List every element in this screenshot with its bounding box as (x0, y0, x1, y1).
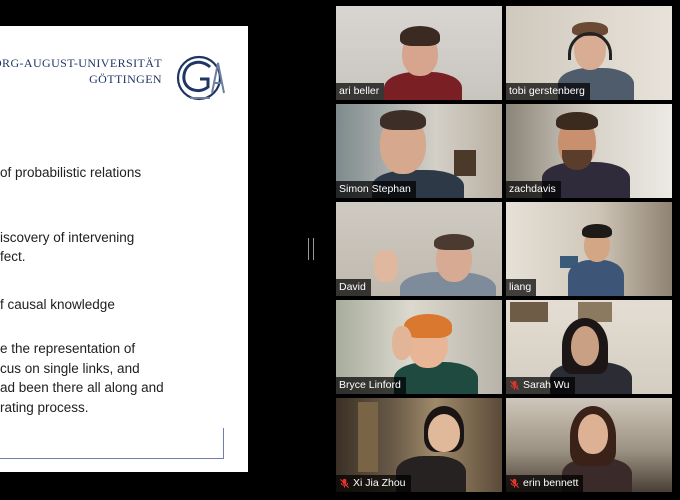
mic-muted-icon (509, 380, 520, 391)
video-tile[interactable]: liang (506, 202, 672, 296)
university-seal-logo (176, 55, 225, 101)
participant-name-tag: erin bennett (506, 475, 584, 492)
participant-name: ari beller (339, 85, 380, 97)
participant-video (394, 362, 478, 394)
participant-name-tag: Xi Jia Zhou (336, 475, 411, 492)
video-tile[interactable]: David (336, 202, 502, 296)
participant-name: Sarah Wu (523, 379, 570, 391)
waving-hand-in-video (374, 250, 398, 282)
participant-video (568, 260, 624, 296)
participant-video (380, 110, 426, 130)
video-tile[interactable]: erin bennett (506, 398, 672, 492)
participant-name: Simon Stephan (339, 183, 411, 195)
participant-video (384, 72, 462, 100)
slide-bullet-text: fect. (0, 249, 26, 264)
video-tile[interactable]: zachdavis (506, 104, 672, 198)
mic-muted-icon (339, 478, 350, 489)
video-tile[interactable]: Simon Stephan (336, 104, 502, 198)
participant-name-tag: Sarah Wu (506, 377, 575, 394)
video-tile[interactable]: Bryce Linford (336, 300, 502, 394)
participant-name-tag: tobi gerstenberg (506, 83, 590, 100)
participant-name-tag: ari beller (336, 83, 385, 100)
participant-name-tag: David (336, 279, 371, 296)
participant-video (571, 326, 599, 366)
shared-screen-slide: ORG-AUGUST-UNIVERSITÄT GÖTTINGEN of prob… (0, 26, 248, 472)
participant-video (400, 26, 440, 46)
participant-name-tag: liang (506, 279, 537, 296)
slide-bullet-text: f causal knowledge (0, 297, 115, 312)
panel-resize-handle[interactable] (308, 238, 314, 260)
slide-bullet-text: cus on single links, and (0, 361, 140, 376)
video-tile[interactable]: ari beller (336, 6, 502, 100)
video-tile[interactable]: tobi gerstenberg (506, 6, 672, 100)
slide-bullet-text: rating process. (0, 400, 89, 415)
participant-name: Xi Jia Zhou (353, 477, 406, 489)
slide-footer-line (223, 428, 224, 459)
video-tile[interactable]: Sarah Wu (506, 300, 672, 394)
wall-picture-in-video (454, 150, 476, 176)
shelf-in-video (358, 402, 378, 472)
slide-footer-line (0, 458, 224, 459)
participant-name-tag: Bryce Linford (336, 377, 406, 394)
wall-picture-in-video (510, 302, 548, 322)
participant-name: David (339, 281, 366, 293)
participant-name-tag: zachdavis (506, 181, 561, 198)
participant-name: liang (509, 281, 532, 293)
participant-name: erin bennett (523, 477, 579, 489)
slide-bullet-text: of probabilistic relations (0, 165, 142, 180)
slide-bullet-text: iscovery of intervening (0, 230, 135, 245)
mic-muted-icon (509, 478, 520, 489)
slide-bullet-text: ad been there all along and (0, 380, 164, 395)
participant-name-tag: Simon Stephan (336, 181, 416, 198)
slide-bullet-text: e the representation of (0, 341, 136, 356)
participant-name: tobi gerstenberg (509, 85, 585, 97)
video-tile[interactable]: Xi Jia Zhou (336, 398, 502, 492)
participant-video (578, 414, 608, 454)
participant-video (582, 224, 612, 238)
participant-name: Bryce Linford (339, 379, 401, 391)
participant-video (434, 234, 474, 250)
university-name-line2: GÖTTINGEN (89, 72, 162, 86)
hand-in-video (392, 326, 412, 360)
university-name-line1: ORG-AUGUST-UNIVERSITÄT (0, 56, 162, 70)
participant-video (428, 414, 460, 452)
participant-name: zachdavis (509, 183, 556, 195)
participant-video (556, 112, 598, 130)
